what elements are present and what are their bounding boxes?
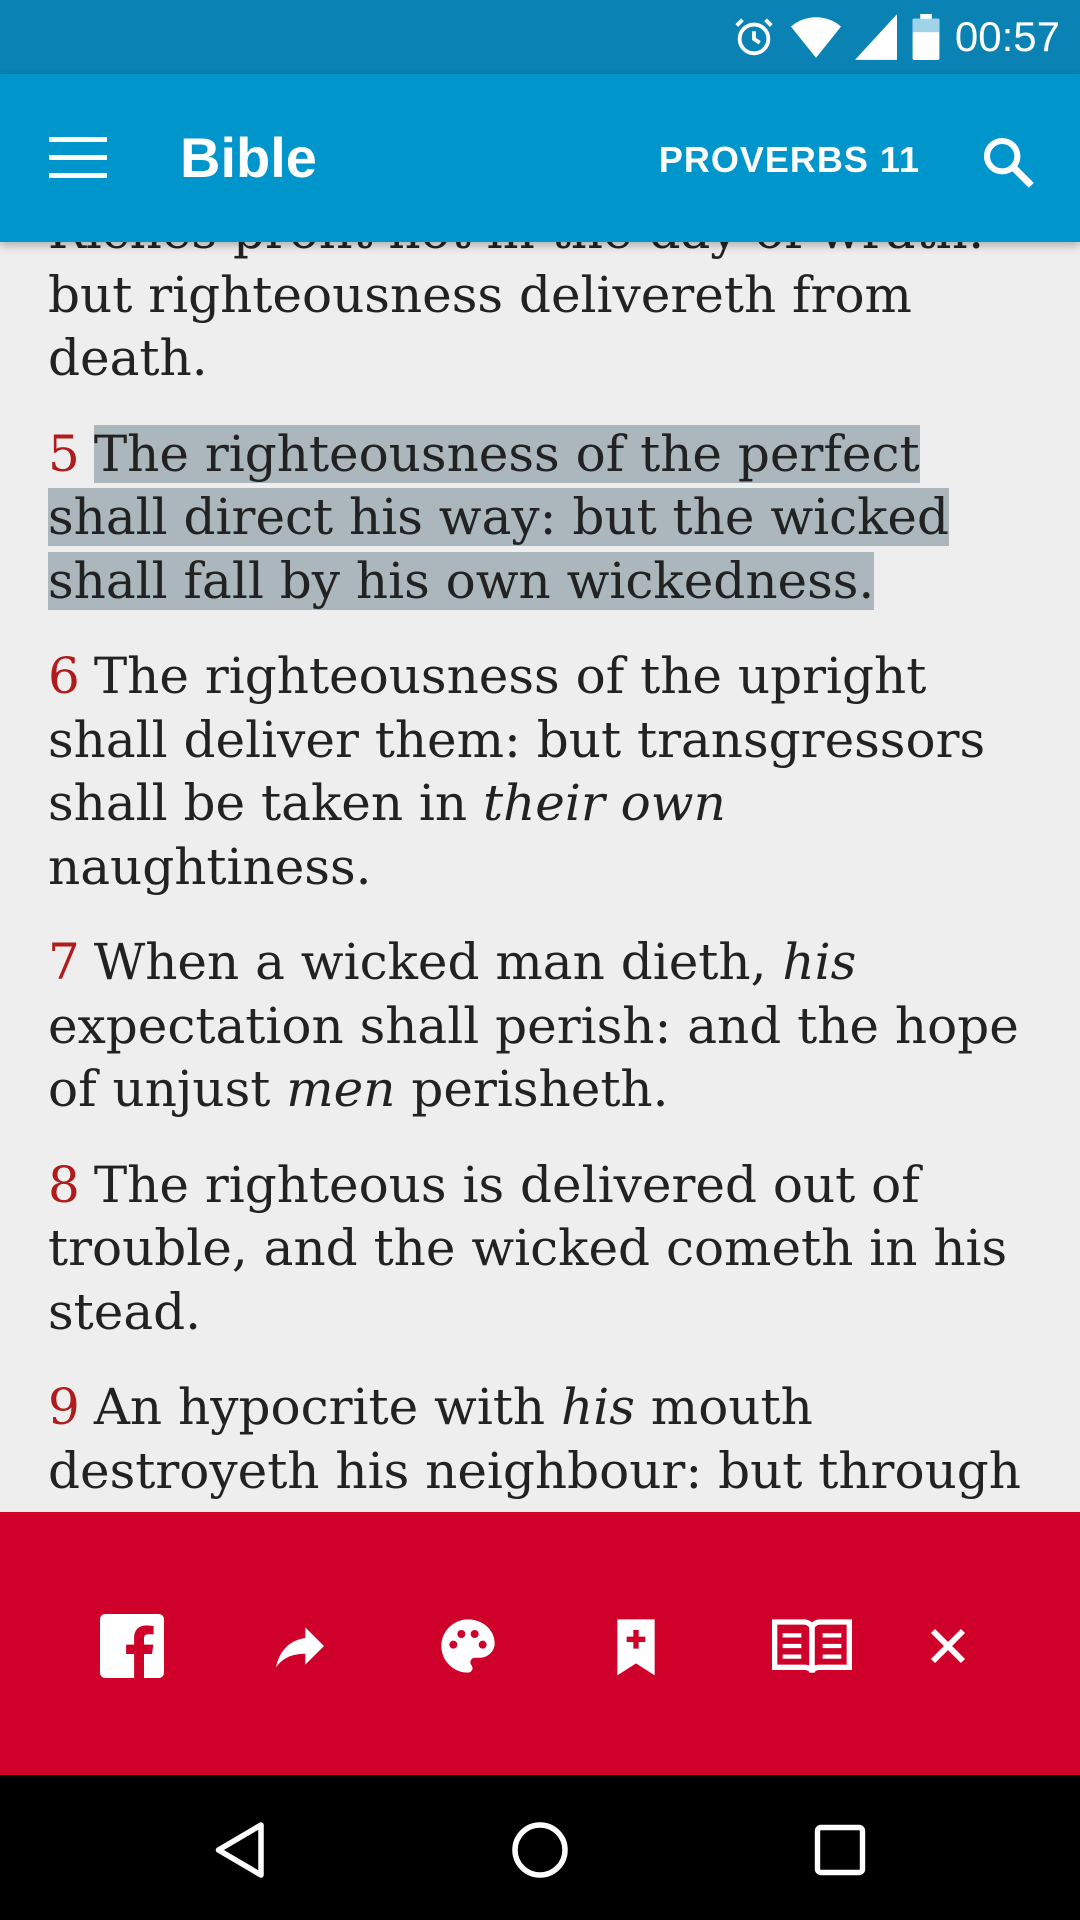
search-icon[interactable] xyxy=(972,126,1044,198)
verse-8[interactable]: 8 The righteous is delivered out of troub… xyxy=(48,1154,1048,1345)
app-bar: Bible PROVERBS 11 xyxy=(0,74,1080,242)
system-nav-bar xyxy=(0,1775,1080,1920)
back-icon[interactable] xyxy=(196,1805,286,1895)
verse-5[interactable]: 5 The righteousness of the perfect shall … xyxy=(48,423,1048,614)
verse-partial[interactable]: Riches profit not in the day of wrath: b… xyxy=(48,242,1048,391)
verse-text-segment: An hypocrite with xyxy=(93,1378,562,1436)
verse-text-segment: The righteousness of the perfect shall d… xyxy=(48,424,950,610)
verse-number: 8 xyxy=(48,1155,80,1214)
share-icon[interactable] xyxy=(260,1606,340,1686)
status-icons: 00:57 xyxy=(731,0,1060,74)
verse-text-highlighted: The righteousness of the perfect shall d… xyxy=(48,424,950,610)
verse-number: 9 xyxy=(48,1378,80,1436)
wifi-icon xyxy=(790,14,841,60)
verse-text-italic: their own xyxy=(483,774,726,832)
recents-icon[interactable] xyxy=(795,1805,885,1895)
chapter-content[interactable]: Riches profit not in the day of wrath: b… xyxy=(0,242,1080,1512)
status-time: 00:57 xyxy=(954,13,1060,60)
verse-list: Riches profit not in the day of wrath: b… xyxy=(48,242,1048,1512)
verse-text: Riches profit not in the day of wrath: b… xyxy=(48,242,985,387)
facebook-icon[interactable] xyxy=(92,1606,172,1686)
verse-6[interactable]: 6 The righteousness of the upright shall … xyxy=(48,645,1048,899)
verse-7[interactable]: 7 When a wicked man dieth, his expectatio… xyxy=(48,931,1048,1122)
verse-text-segment: perisheth. xyxy=(395,1060,669,1118)
verse-text-italic: his xyxy=(782,933,857,991)
alarm-icon xyxy=(731,14,777,60)
verse-9[interactable]: 9 An hypocrite with his mouth destroyeth … xyxy=(48,1376,1048,1512)
palette-icon[interactable] xyxy=(428,1606,508,1686)
verse-number: 6 xyxy=(48,647,80,705)
signal-icon xyxy=(854,14,897,60)
verse-text: When a wicked man dieth, his expectation… xyxy=(48,933,1019,1118)
verse-text-italic: his xyxy=(561,1378,635,1436)
chapter-selector-button[interactable]: PROVERBS 11 xyxy=(659,136,920,184)
menu-icon[interactable] xyxy=(40,120,116,196)
battery-icon xyxy=(911,14,941,60)
verse-action-bar xyxy=(0,1512,1080,1775)
bookmark-add-icon[interactable] xyxy=(596,1606,676,1686)
app-title: Bible xyxy=(180,126,317,189)
verse-number: 5 xyxy=(48,424,80,483)
verse-text: The righteousness of the upright shall d… xyxy=(48,647,985,896)
status-bar: 00:57 xyxy=(0,0,1080,74)
verse-text-segment: When a wicked man dieth, xyxy=(93,933,783,991)
close-icon[interactable] xyxy=(908,1606,988,1686)
verse-text-segment: naughtiness. xyxy=(48,837,372,896)
open-book-icon[interactable] xyxy=(764,1606,860,1686)
verse-text-segment: Riches profit not in the day of wrath: b… xyxy=(48,242,985,387)
verse-text-segment: The righteous is delivered out of troubl… xyxy=(48,1155,1008,1341)
home-icon[interactable] xyxy=(495,1805,585,1895)
verse-text-italic: men xyxy=(286,1060,396,1118)
verse-text: An hypocrite with his mouth destroyeth h… xyxy=(48,1378,1021,1512)
verse-text: The righteous is delivered out of troubl… xyxy=(48,1156,1007,1341)
verse-number: 7 xyxy=(48,933,80,991)
